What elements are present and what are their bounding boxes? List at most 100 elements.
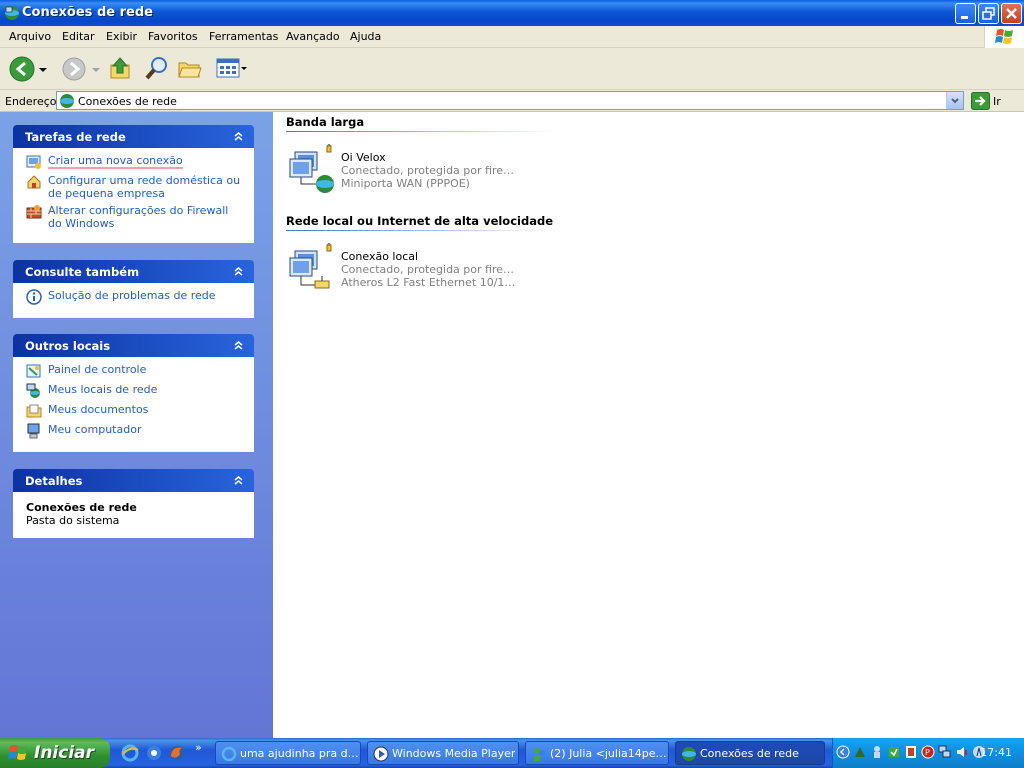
taskbar-item-network-connections[interactable]: Conexões de rede — [675, 741, 825, 765]
connection-oi-velox[interactable]: Oi Velox Conectado, protegida por fire… … — [287, 144, 587, 194]
views-button[interactable] — [215, 55, 249, 84]
menu-editar[interactable]: Editar — [62, 30, 95, 43]
connection-status: Conectado, protegida por fire… — [341, 164, 514, 177]
panel-body: Painel de controle Meus locais de rede M… — [13, 357, 254, 452]
place-network-places[interactable]: Meus locais de rede — [26, 383, 243, 399]
panel-body: Criar uma nova conexão Configurar uma re… — [13, 148, 254, 243]
menu-avancado[interactable]: Avançado — [286, 30, 340, 43]
panel-header-network-tasks[interactable]: Tarefas de rede — [13, 125, 254, 148]
panel-details: Detalhes Conexões de rede Pasta do siste… — [13, 469, 254, 538]
chevron-down-icon — [951, 98, 959, 104]
taskbar-item-messenger[interactable]: (2) Julia <julia14pe… — [525, 741, 669, 765]
broadband-connection-icon — [289, 144, 334, 193]
folders-icon — [178, 62, 202, 78]
place-my-documents[interactable]: Meus documentos — [26, 403, 243, 419]
up-folder-button[interactable] — [108, 55, 134, 84]
task-firewall[interactable]: Alterar configurações do Firewall do Win… — [26, 204, 243, 230]
tray-network-icon[interactable] — [938, 745, 952, 759]
computer-icon — [27, 423, 40, 439]
panel-title: Consulte também — [25, 265, 140, 279]
task-label: Criar uma nova conexão — [48, 154, 183, 169]
forward-button[interactable] — [60, 55, 88, 86]
close-button[interactable] — [1001, 3, 1022, 24]
documents-folder-icon — [26, 404, 42, 418]
back-dropdown[interactable] — [39, 64, 47, 77]
toolbar — [0, 48, 1024, 90]
place-label: Meus documentos — [48, 403, 149, 416]
menu-arquivo[interactable]: Arquivo — [9, 30, 51, 43]
task-create-connection[interactable]: Criar uma nova conexão — [26, 154, 243, 170]
info-icon — [26, 289, 42, 305]
firefox-icon[interactable] — [168, 744, 186, 762]
menu-favoritos[interactable]: Favoritos — [148, 30, 198, 43]
tray-antivirus-icon[interactable]: P — [921, 745, 935, 759]
taskbar-item-browser[interactable]: uma ajudinha pra d… — [215, 741, 361, 765]
clock[interactable]: 17:41 — [980, 746, 1012, 759]
taskbar-item-label: Windows Media Player — [392, 747, 516, 760]
menu-ajuda[interactable]: Ajuda — [350, 30, 381, 43]
task-label: Solução de problemas de rede — [48, 289, 216, 302]
collapse-chevron-icon[interactable] — [231, 473, 246, 488]
lan-connection-icon — [289, 243, 332, 289]
place-control-panel[interactable]: Painel de controle — [26, 363, 243, 379]
network-connections-icon — [682, 747, 696, 761]
task-troubleshoot[interactable]: Solução de problemas de rede — [26, 289, 243, 305]
folders-button[interactable] — [177, 55, 203, 84]
go-arrow-icon — [971, 92, 990, 110]
restore-icon — [982, 7, 995, 20]
internet-explorer-icon[interactable] — [121, 744, 139, 762]
connection-device: Atheros L2 Fast Ethernet 10/1… — [341, 276, 516, 289]
taskbar-item-media-player[interactable]: Windows Media Player — [367, 741, 519, 765]
title-bar[interactable]: Conexões de rede — [0, 0, 1024, 26]
place-label: Meu computador — [48, 423, 142, 436]
tray-expand-icon[interactable] — [836, 745, 850, 759]
system-tray: P 17:41 — [832, 738, 1024, 768]
network-places-icon — [26, 383, 40, 398]
quicklaunch-more-icon[interactable]: » — [195, 741, 202, 754]
tray-security-icon[interactable] — [904, 745, 918, 759]
minimize-icon — [961, 16, 968, 19]
go-label[interactable]: Ir — [993, 95, 1001, 108]
close-icon — [1006, 8, 1017, 19]
place-my-computer[interactable]: Meu computador — [26, 423, 243, 439]
panel-header-other-places[interactable]: Outros locais — [13, 334, 254, 357]
panel-header-details[interactable]: Detalhes — [13, 469, 254, 492]
collapse-chevron-icon[interactable] — [231, 264, 246, 279]
panel-title: Detalhes — [25, 474, 83, 488]
panel-body: Conexões de rede Pasta do sistema — [13, 492, 254, 538]
menu-ferramentas[interactable]: Ferramentas — [209, 30, 278, 43]
tray-app-icon[interactable] — [853, 745, 867, 759]
details-type: Pasta do sistema — [26, 514, 120, 527]
start-label: Iniciar — [34, 743, 95, 763]
connection-local[interactable]: Conexão local Conectado, protegida por f… — [287, 243, 587, 293]
views-icon — [216, 58, 247, 78]
address-input[interactable]: Conexões de rede — [56, 91, 964, 110]
tray-volume-icon[interactable] — [955, 745, 969, 759]
collapse-chevron-icon[interactable] — [231, 129, 246, 144]
forward-dropdown[interactable] — [92, 64, 100, 77]
panel-body: Solução de problemas de rede — [13, 283, 254, 318]
search-button[interactable] — [143, 55, 171, 86]
group-header-broadband: Banda larga — [286, 115, 365, 129]
menu-exibir[interactable]: Exibir — [106, 30, 137, 43]
tray-messenger-icon[interactable] — [870, 745, 884, 759]
connection-device: Miniporta WAN (PPPOE) — [341, 177, 470, 190]
internet-explorer-icon — [221, 746, 237, 762]
panel-see-also: Consulte também Solução de problemas de … — [13, 260, 254, 318]
group-header-lan: Rede local ou Internet de alta velocidad… — [286, 214, 553, 228]
window-title: Conexões de rede — [22, 5, 153, 20]
collapse-chevron-icon[interactable] — [231, 338, 246, 353]
start-button[interactable]: Iniciar — [0, 738, 110, 768]
address-dropdown-button[interactable] — [946, 92, 963, 109]
minimize-button[interactable] — [955, 3, 976, 24]
details-name: Conexões de rede — [26, 501, 137, 514]
panel-header-see-also[interactable]: Consulte também — [13, 260, 254, 283]
up-folder-icon — [110, 57, 130, 79]
windows-flag-icon — [8, 745, 27, 760]
task-home-network[interactable]: Configurar uma rede doméstica ou de pequ… — [26, 174, 243, 200]
go-button[interactable] — [971, 92, 990, 113]
restore-button[interactable] — [978, 3, 999, 24]
back-button[interactable] — [8, 55, 36, 86]
outlook-express-icon[interactable] — [145, 744, 163, 762]
tray-update-icon[interactable] — [887, 745, 901, 759]
